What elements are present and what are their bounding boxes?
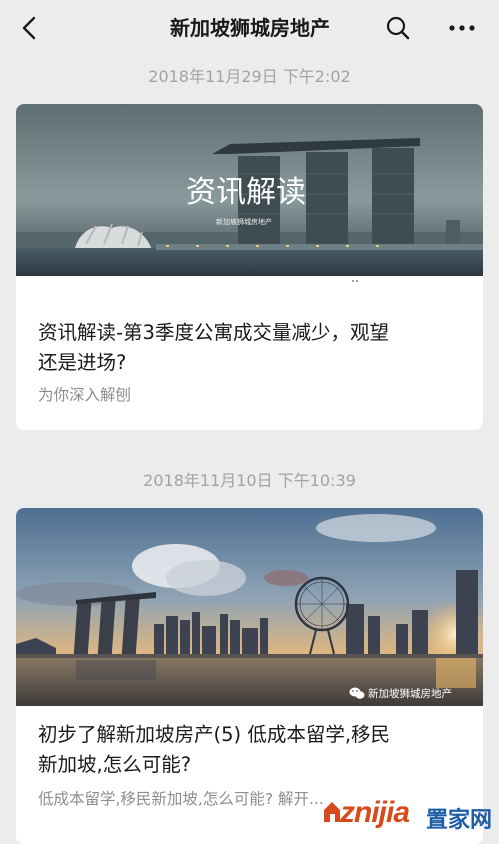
wechat-logo-icon bbox=[349, 277, 365, 289]
message-timestamp: 2018年11月10日 下午10:39 bbox=[143, 471, 356, 490]
site-watermark-logo: znijia 置家网 bbox=[322, 788, 494, 838]
article-card[interactable]: 资讯解读 新加坡狮城房地产 新加坡狮城房地产 资讯解读-第3季度公寓成交量减少，… bbox=[16, 104, 483, 430]
article-description: 低成本留学,移民新加坡,怎么可能? 解开... bbox=[38, 790, 324, 808]
back-arrow-icon[interactable] bbox=[16, 14, 44, 42]
cover-watermark-text: 新加坡狮城房地产 bbox=[368, 277, 452, 290]
article-title: 资讯解读-第3季度公寓成交量减少，观望 还是进场? bbox=[38, 318, 468, 378]
cover-overlay-title: 资讯解读 bbox=[186, 175, 306, 210]
navigation-bar: 新加坡狮城房地产 bbox=[0, 0, 499, 56]
search-icon[interactable] bbox=[384, 14, 412, 42]
more-options-icon[interactable] bbox=[446, 14, 478, 42]
cover-overlay-subtitle: 新加坡狮城房地产 bbox=[216, 217, 272, 226]
article-description: 为你深入解刨 bbox=[38, 386, 132, 404]
watermark-brand-chinese: 置家网 bbox=[426, 808, 493, 833]
article-title-line: 还是进场? bbox=[38, 351, 127, 374]
wechat-watermark-bar: 新加坡狮城房地产 bbox=[349, 687, 452, 700]
wechat-watermark-bar: 新加坡狮城房地产 bbox=[349, 277, 452, 290]
article-title-line: 资讯解读-第3季度公寓成交量减少，观望 bbox=[38, 321, 389, 344]
wechat-logo-icon bbox=[349, 687, 365, 699]
house-logo-icon bbox=[324, 802, 340, 822]
page-title: 新加坡狮城房地产 bbox=[170, 16, 330, 40]
article-cover-image bbox=[16, 508, 483, 706]
watermark-brand-latin: znijia bbox=[340, 796, 410, 829]
message-timestamp: 2018年11月29日 下午2:02 bbox=[148, 67, 351, 86]
article-title-line: 新加坡,怎么可能? bbox=[38, 753, 192, 776]
cover-watermark-text: 新加坡狮城房地产 bbox=[368, 687, 452, 700]
article-title: 初步了解新加坡房产(5) 低成本留学,移民 新加坡,怎么可能? bbox=[38, 720, 468, 780]
article-cover-image: 资讯解读 新加坡狮城房地产 bbox=[16, 104, 483, 276]
article-title-line: 初步了解新加坡房产(5) 低成本留学,移民 bbox=[38, 723, 391, 746]
